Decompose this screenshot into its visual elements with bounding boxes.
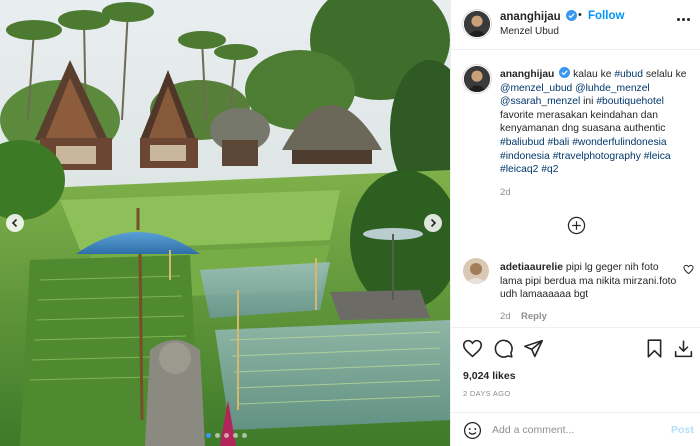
caption-text-segment: favorite merasakan keindahan dan kenyama… (500, 109, 666, 135)
follow-button[interactable]: Follow (588, 10, 624, 22)
carousel-prev-button[interactable] (6, 214, 24, 232)
comment-timestamp: 2d (500, 311, 511, 322)
caption-tag-link[interactable]: #travelphotography (553, 151, 641, 162)
carousel-dot (215, 433, 220, 438)
location-link[interactable]: Menzel Ubud (500, 26, 559, 37)
caption-tag-link[interactable]: #bali (548, 137, 570, 148)
caption-tag-link[interactable]: #leicaq2 (500, 164, 538, 175)
caption-timestamp: 2d (500, 187, 511, 198)
carousel-dot (242, 433, 247, 438)
post-side-panel: ananghijau • Follow Menzel Ubud ananghij… (450, 0, 700, 446)
comment-username[interactable]: adetiaaurelie (500, 262, 563, 273)
caption-text-segment: kalau ke (573, 69, 615, 80)
carousel-dot (224, 433, 229, 438)
more-options-icon[interactable] (677, 14, 693, 24)
comment-button[interactable] (493, 338, 514, 359)
carousel-indicator (206, 433, 247, 438)
caption-text: kalau ke #ubud selalu ke @menzel_ubud @l… (500, 69, 686, 175)
bookmark-icon (647, 339, 662, 358)
verified-badge-icon (559, 67, 571, 78)
caption-tag-link[interactable]: #baliubud (500, 137, 545, 148)
separator-dot: • (578, 9, 582, 21)
plus-circle-icon[interactable] (567, 216, 586, 235)
carousel-dot (206, 433, 211, 438)
chevron-right-icon (430, 218, 437, 228)
save-button[interactable] (644, 338, 665, 359)
add-comment-bar: Post (451, 412, 700, 446)
caption-tag-link[interactable]: #q2 (541, 164, 558, 175)
post-actions: 9,024 likes 2 DAYS AGO Post (451, 327, 700, 446)
emoji-icon[interactable] (463, 421, 482, 440)
heart-icon (462, 339, 483, 358)
profile-photo (463, 258, 489, 284)
username-link[interactable]: ananghijau (500, 10, 577, 23)
caption-tag-link[interactable]: @ssarah_menzel (500, 96, 580, 107)
heart-icon[interactable] (683, 264, 694, 275)
post-comment-button[interactable]: Post (671, 424, 694, 436)
comment-icon (494, 339, 513, 358)
profile-photo (464, 11, 490, 37)
carousel-dot (233, 433, 238, 438)
caption-username[interactable]: ananghijau (500, 69, 554, 80)
caption-tag-link[interactable]: #ubud (614, 69, 643, 80)
reply-button[interactable]: Reply (521, 311, 547, 322)
post-header: ananghijau • Follow Menzel Ubud (451, 0, 700, 50)
caption-tag-link[interactable]: #indonesia (500, 151, 550, 162)
download-icon (674, 340, 693, 358)
download-button[interactable] (673, 338, 694, 359)
verified-badge-icon (565, 10, 577, 21)
avatar[interactable] (463, 10, 491, 38)
rice-terrace-photo (0, 0, 450, 446)
comment-item: adetiaaurelie pipi lg geger nih foto lam… (500, 261, 680, 302)
caption-text-segment: selalu ke (642, 69, 687, 80)
username-text: ananghijau (500, 11, 561, 23)
caption-tag-link[interactable]: #leica (644, 151, 671, 162)
post-date: 2 DAYS AGO (463, 389, 511, 398)
caption-text-segment: ini (580, 96, 597, 108)
chevron-left-icon (11, 218, 18, 228)
paper-plane-icon (523, 339, 544, 358)
caption-tag-link[interactable]: @luhde_menzel (575, 83, 650, 94)
comment-input[interactable] (492, 421, 662, 439)
carousel-next-button[interactable] (424, 214, 442, 232)
like-button[interactable] (462, 338, 483, 359)
post-photo[interactable] (0, 0, 450, 446)
like-count[interactable]: 9,024 likes (463, 370, 516, 382)
comment-avatar[interactable] (463, 258, 489, 284)
post-caption: ananghijau kalau ke #ubud selalu ke @men… (500, 67, 692, 177)
caption-tag-link[interactable]: #wonderfulindonesia (572, 137, 666, 148)
profile-photo (464, 66, 490, 92)
caption-tag-link[interactable]: @menzel_ubud (500, 83, 572, 94)
share-button[interactable] (523, 338, 544, 359)
caption-tag-link[interactable]: #boutiquehotel (596, 96, 664, 107)
caption-avatar[interactable] (463, 65, 491, 93)
